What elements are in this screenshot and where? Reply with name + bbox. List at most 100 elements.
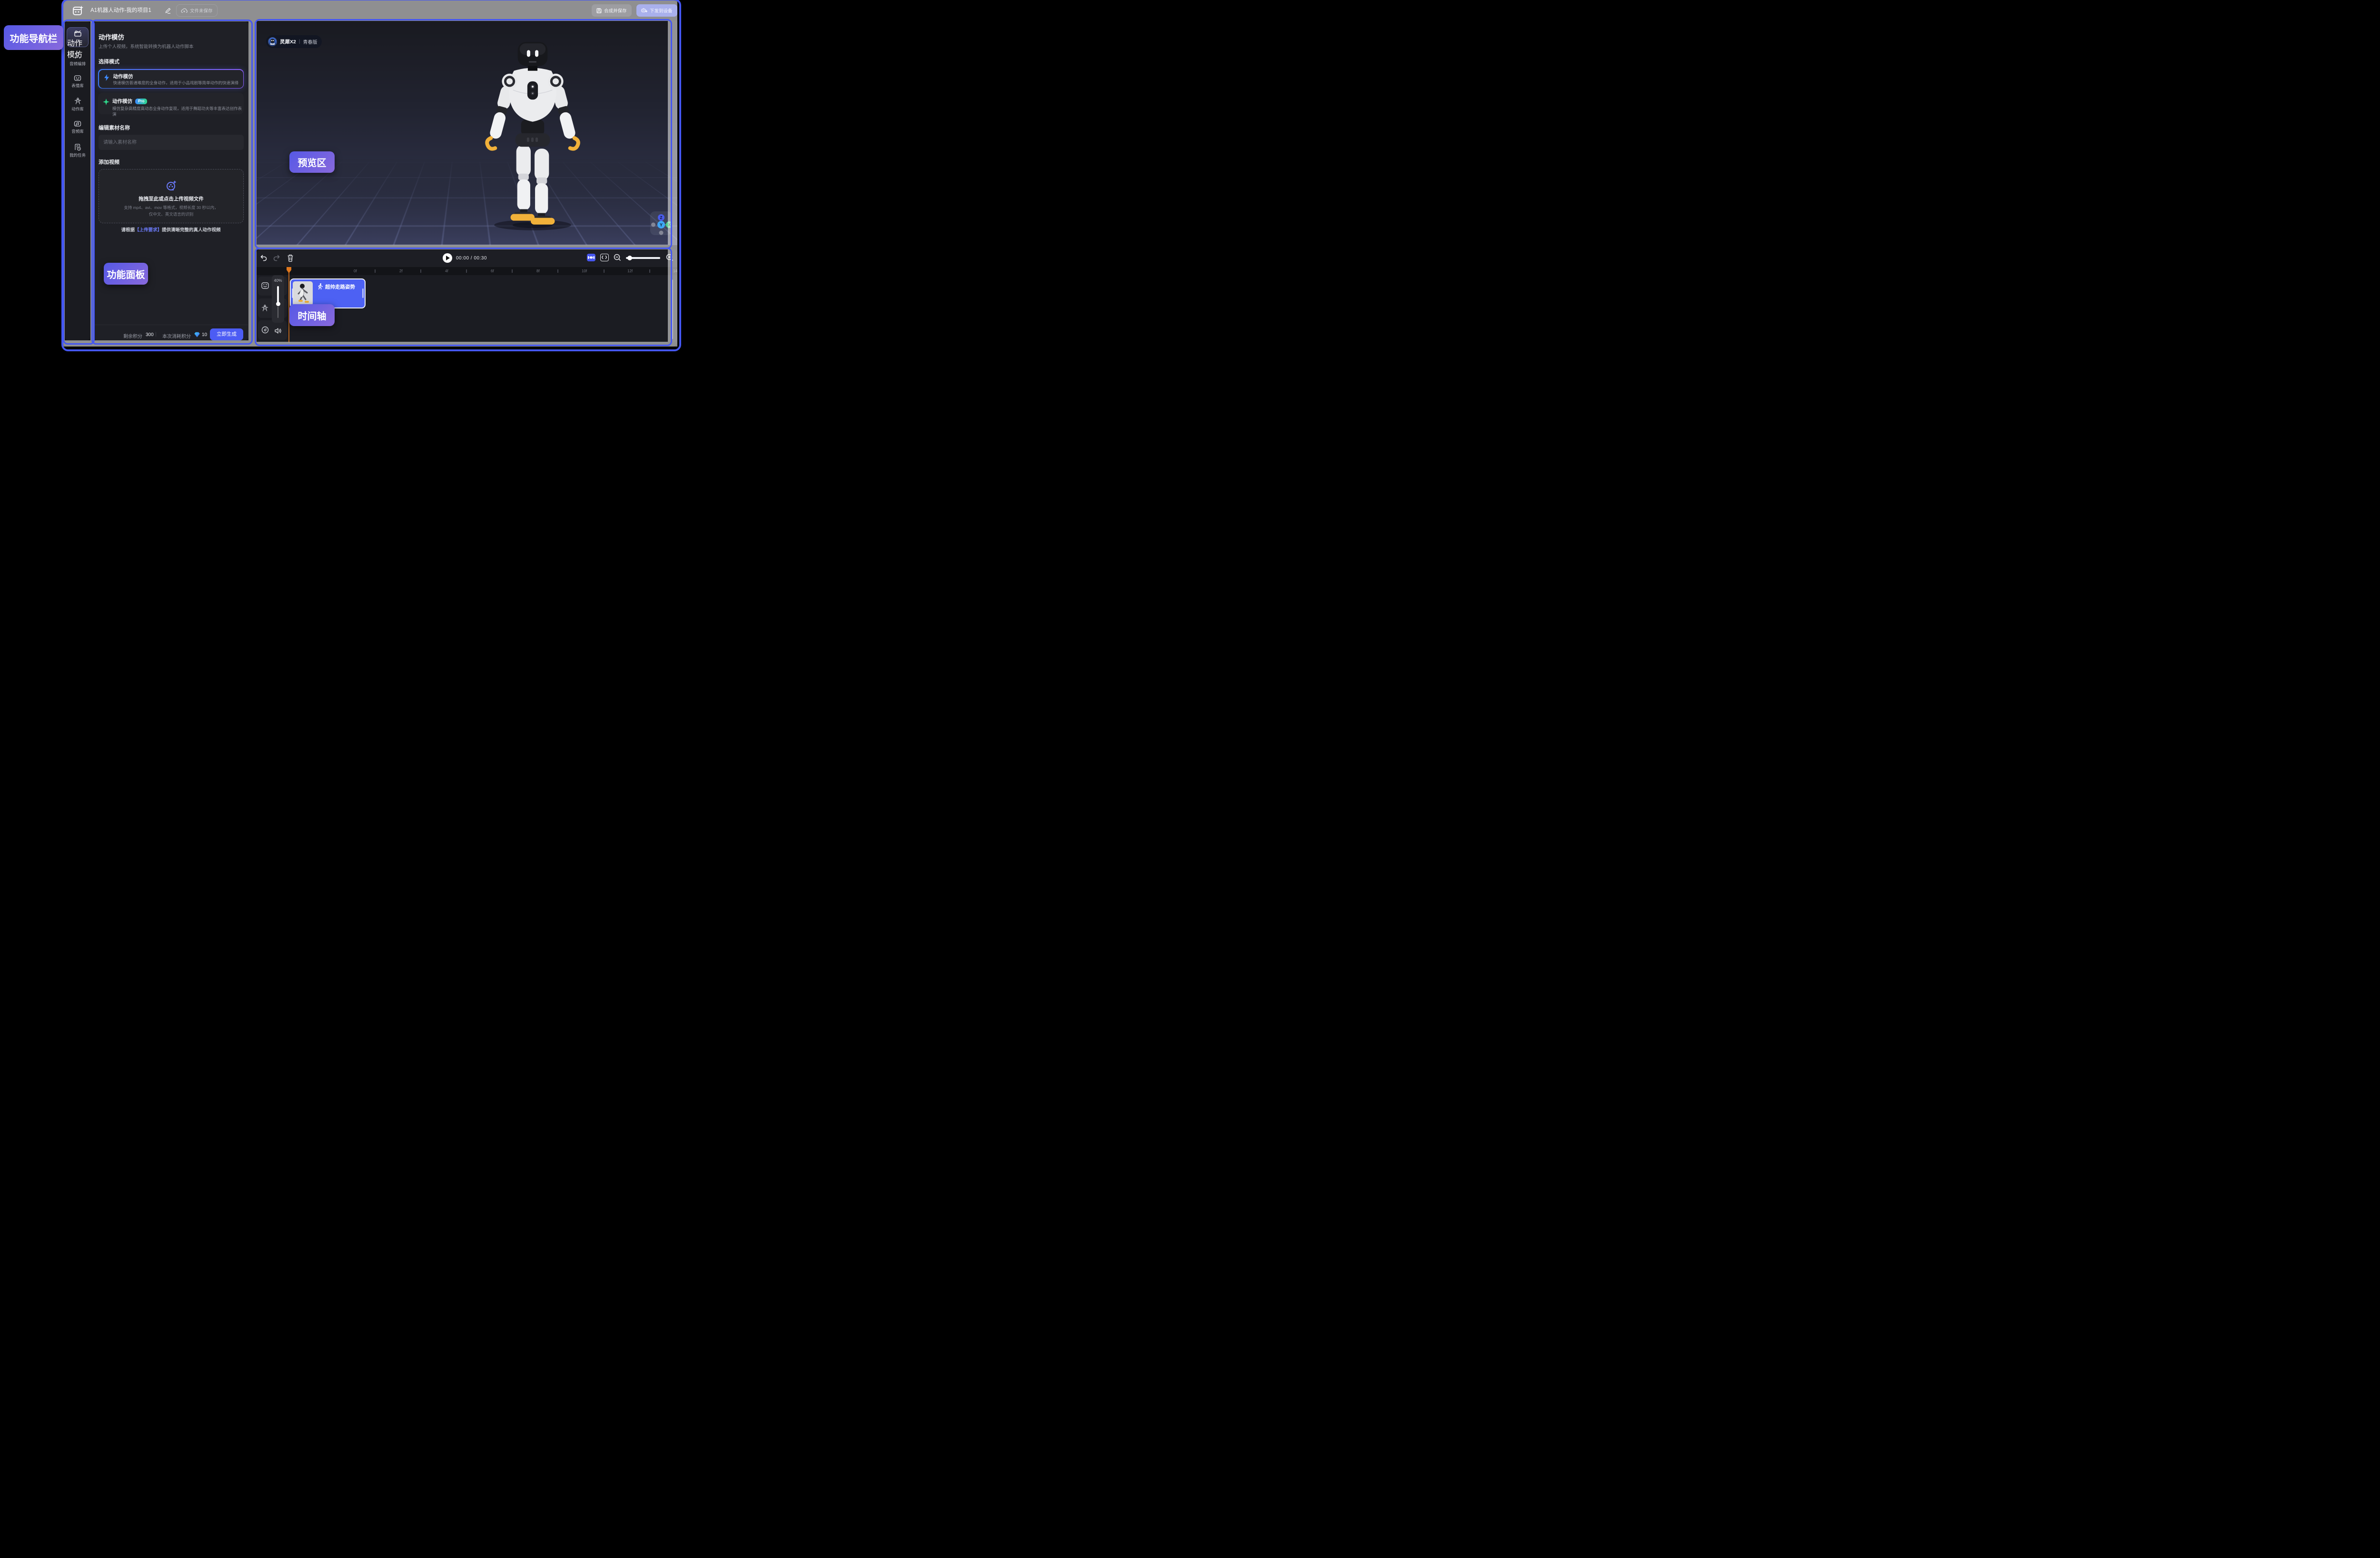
ruler-tick — [512, 269, 513, 273]
material-name-field[interactable] — [99, 135, 244, 150]
model-edition: 青春版 — [303, 38, 317, 45]
svg-text:Y: Y — [660, 223, 663, 228]
credits-label: 剩余积分 — [123, 332, 142, 339]
fit-timeline-button[interactable] — [587, 254, 595, 261]
upload-hint-line2: 仅中文、英文语言的识别 — [99, 211, 243, 217]
panel-title: 动作模仿 — [99, 32, 124, 41]
ruler-tick — [649, 269, 650, 273]
function-panel: 动作模仿 上传个人视频，系统智能转换为机器人动作脚本 选择模式 动作模仿 快速模… — [93, 21, 248, 340]
humanoid-robot-model[interactable] — [482, 42, 583, 231]
synthesize-save-button[interactable]: 合成并保存 — [592, 4, 632, 17]
volume-slider-knob[interactable] — [276, 302, 280, 306]
mode-card-pro[interactable]: 动作模仿Pro 模仿复杂高精度高动态全身动作复现，适用于舞蹈功夫等丰富表达创作表… — [98, 93, 244, 114]
app-window: A1机器人动作-我的项目1 文件未保存 合成并保存 — [63, 0, 677, 347]
play-icon — [446, 256, 450, 260]
clip-name: 超帅走路姿势 — [325, 283, 355, 290]
person-icon — [74, 98, 81, 105]
sidebar-item-motion-mimic[interactable]: 动作模仿 — [67, 27, 89, 47]
sidebar-item-audio-arrange[interactable]: 音频编排 — [65, 52, 90, 67]
preview-viewport[interactable]: 灵犀X2 | 青春版 Z X Y — [257, 21, 677, 245]
ruler-label: 8f — [536, 269, 540, 273]
expression-track-icon — [261, 282, 269, 289]
material-name-input[interactable] — [99, 135, 244, 150]
mode-card-title-row: 动作模仿Pro — [112, 97, 147, 105]
robot-avatar — [268, 37, 277, 46]
save-disk-icon — [596, 8, 602, 13]
save-status-text: 文件未保存 — [190, 7, 213, 14]
view-gizmo[interactable]: Z X Y — [650, 211, 672, 235]
audio-track-icon — [261, 326, 269, 334]
clip-trim-handle-right[interactable] — [362, 288, 364, 298]
redo-icon[interactable] — [273, 255, 280, 261]
tip-prefix: 请根据 — [121, 228, 135, 233]
sparkles-icon — [74, 52, 81, 60]
timeline-scrollbar[interactable] — [671, 279, 673, 339]
ruler-label: 2f — [399, 269, 403, 273]
green-sparkle-icon — [103, 99, 109, 105]
footer-divider-char: | — [155, 332, 157, 337]
ruler-tick — [557, 269, 558, 273]
clip-thumbnail — [293, 281, 313, 306]
timeline-zoom-slider-knob[interactable] — [627, 256, 632, 260]
pro-badge: Pro — [135, 99, 147, 104]
sidebar-item-audio-library[interactable]: 音频库 — [65, 120, 90, 134]
sidebar-item-label: 音频编排 — [65, 61, 90, 67]
clip-trim-handle-left[interactable] — [292, 288, 293, 298]
cost-value: 10 — [202, 332, 207, 337]
mode-card-standard[interactable]: 动作模仿 快速模仿普通难度的全身动作，适用于小品戏剧等简单动作的快速演绎 — [98, 69, 244, 89]
screenshot-canvas: A1机器人动作-我的项目1 文件未保存 合成并保存 — [0, 0, 746, 351]
cost-label: 本次消耗积分 — [162, 332, 191, 339]
tip-suffix: 提供清晰完整的真人动作视频 — [162, 228, 221, 233]
credits-value: 300 — [146, 332, 154, 337]
annotation-panel-label: 功能面板 — [104, 263, 148, 285]
audio-library-icon — [74, 120, 81, 127]
ruler-tick — [375, 269, 376, 273]
video-upload-dropzone[interactable]: 拖拽至此或点击上传视频文件 支持 mp4、avi、mov 等格式，视频长度 30… — [99, 169, 244, 223]
mode-card-desc: 快速模仿普通难度的全身动作，适用于小品戏剧等简单动作的快速演绎 — [113, 80, 239, 86]
zoom-in-icon[interactable] — [666, 254, 674, 261]
robot-download-icon — [641, 8, 647, 13]
cloud-unsaved-icon — [181, 8, 188, 13]
ruler-tick — [466, 269, 467, 273]
sidebar-item-motion-library[interactable]: 动作库 — [65, 98, 90, 112]
sidebar-item-my-tasks[interactable]: 我的任务 — [65, 144, 90, 158]
volume-value: 40% — [272, 278, 284, 283]
video-section-label: 添加视频 — [99, 158, 119, 166]
material-section-label: 编辑素材名称 — [99, 124, 130, 131]
sidebar-item-label: 表情库 — [65, 83, 90, 89]
clapperboard-icon — [74, 30, 81, 37]
delete-clip-icon[interactable] — [287, 254, 294, 262]
expand-clip-button[interactable] — [600, 254, 609, 261]
generate-button[interactable]: 立即生成 — [210, 328, 243, 340]
volume-slider-track[interactable] — [277, 286, 279, 303]
ruler-label: 6f — [491, 269, 494, 273]
edit-title-icon[interactable] — [165, 8, 171, 14]
undo-icon[interactable] — [260, 255, 267, 261]
mute-button[interactable] — [272, 325, 284, 337]
ruler-label: 10f — [582, 269, 587, 273]
ruler-label: 4f — [445, 269, 448, 273]
mode-card-title: 动作模仿 — [113, 73, 133, 80]
timeline-panel: 00:00 / 00:30 — [257, 249, 677, 342]
robot-face-icon — [74, 75, 81, 81]
ruler-tick — [604, 269, 605, 273]
svg-text:Z: Z — [660, 216, 663, 220]
upload-hint-line1: 支持 mp4、avi、mov 等格式，视频长度 30 秒以内， — [99, 205, 243, 210]
annotation-preview-label: 预览区 — [289, 151, 335, 173]
play-button[interactable] — [443, 253, 452, 263]
upload-requirement-link[interactable]: 【上传要求】 — [135, 228, 162, 233]
mode-card-desc: 模仿复杂高精度高动态全身动作复现，适用于舞蹈功夫等丰富表达创作表演 — [112, 106, 244, 117]
playhead[interactable] — [286, 267, 292, 342]
ruler-label: 0f — [354, 269, 357, 273]
sidebar-item-expression-library[interactable]: 表情库 — [65, 75, 90, 89]
mode-card-title: 动作模仿 — [112, 99, 132, 104]
svg-text:X: X — [668, 223, 671, 227]
timeline-ruler[interactable]: 0f 2f 4f 6f 8f 10f 12f 14f — [257, 267, 677, 275]
zoom-out-icon[interactable] — [614, 254, 621, 261]
speaker-icon — [275, 328, 281, 334]
motion-track-icon — [261, 305, 268, 312]
model-badge: 灵犀X2 | 青春版 — [266, 35, 322, 48]
ruler-label: 14f — [673, 269, 677, 273]
deploy-device-button[interactable]: 下发到设备 — [636, 4, 677, 17]
credit-gem-icon — [194, 332, 200, 337]
